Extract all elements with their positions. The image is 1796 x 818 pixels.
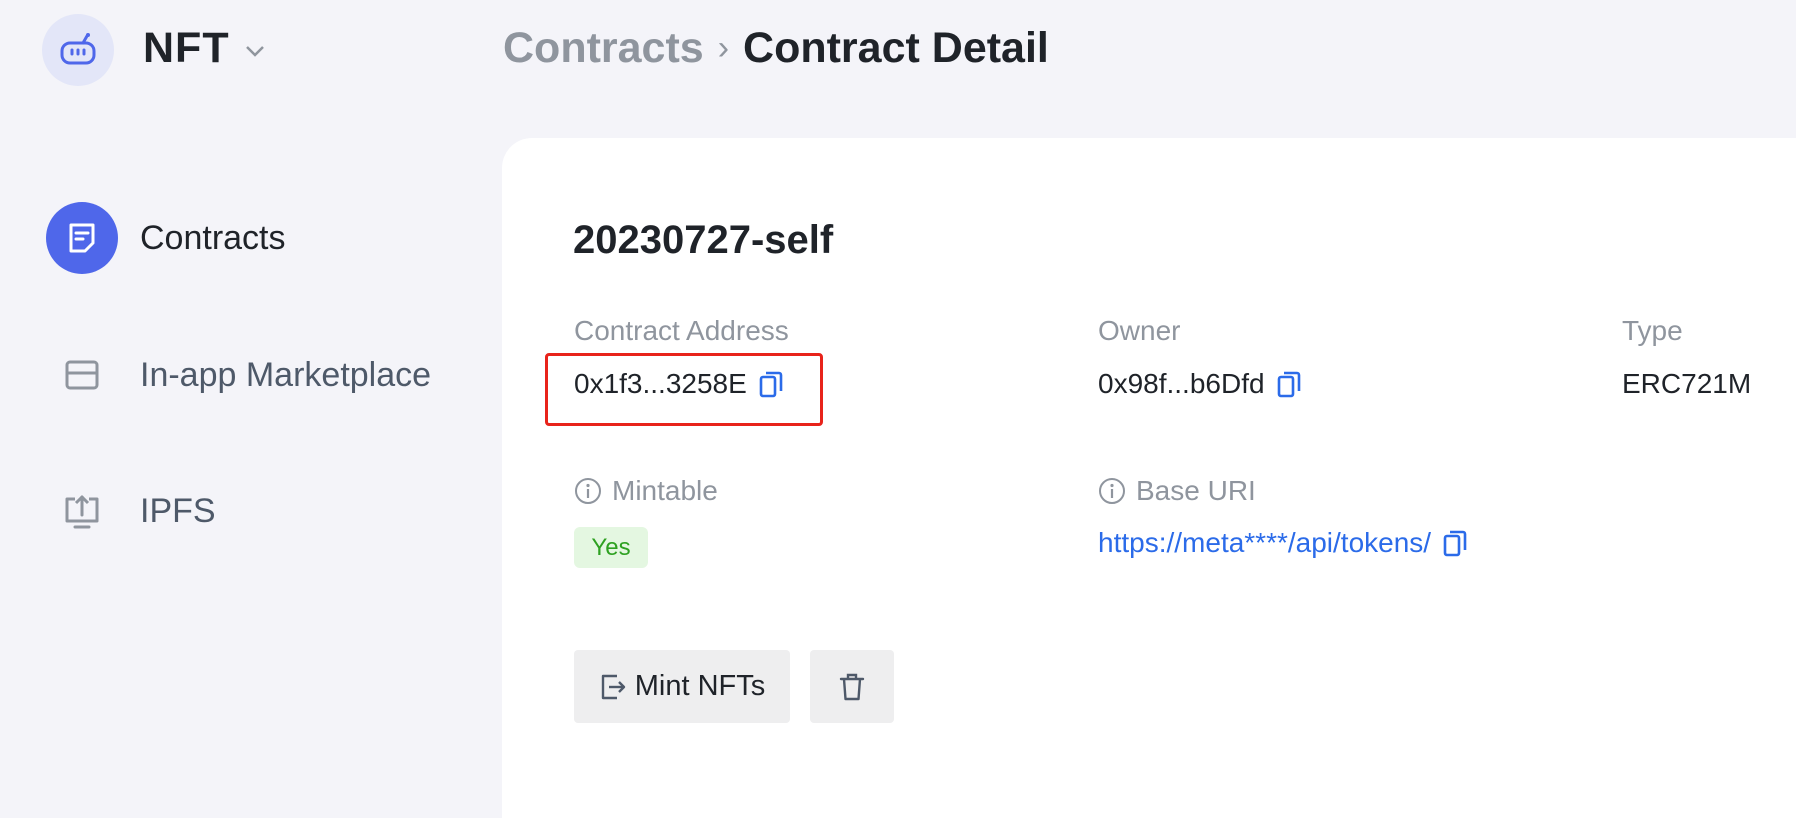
breadcrumb-contracts-link[interactable]: Contracts	[503, 24, 704, 73]
sidebar-item-in-app-marketplace[interactable]: In-app Marketplace	[46, 339, 431, 411]
trash-icon	[839, 673, 865, 700]
breadcrumb-separator: ›	[717, 29, 730, 67]
mintable-status-badge: Yes	[574, 527, 648, 568]
sidebar-item-contracts[interactable]: Contracts	[46, 202, 286, 274]
page-title: Contract Detail	[743, 24, 1049, 72]
app-name[interactable]: NFT	[143, 24, 230, 73]
chevron-down-icon[interactable]	[244, 40, 266, 62]
copy-icon[interactable]	[1441, 528, 1469, 558]
info-icon[interactable]	[574, 477, 602, 505]
delete-button[interactable]	[810, 650, 894, 723]
owner-label: Owner	[1098, 315, 1181, 346]
contract-address-value: 0x1f3...3258E	[574, 368, 785, 400]
base-uri-value: https://meta****/api/tokens/	[1098, 527, 1469, 559]
base-uri-link[interactable]: https://meta****/api/tokens/	[1098, 527, 1431, 559]
mintable-label: Mintable	[574, 475, 718, 507]
type-value: ERC721M	[1622, 368, 1752, 399]
sidebar-item-label: Contracts	[140, 218, 286, 257]
document-icon	[46, 202, 118, 274]
mint-icon	[601, 674, 625, 699]
contract-address-label: Contract Address	[574, 315, 789, 346]
sidebar-item-label: In-app Marketplace	[140, 355, 432, 394]
sidebar-item-label: IPFS	[140, 491, 216, 530]
base-uri-label: Base URI	[1098, 475, 1256, 507]
app-logo[interactable]	[42, 14, 114, 86]
store-icon	[46, 339, 118, 411]
copy-icon[interactable]	[1275, 369, 1303, 399]
mint-nfts-label: Mint NFTs	[634, 670, 766, 702]
type-label: Type	[1622, 315, 1683, 346]
breadcrumb: Contracts › Contract Detail	[503, 24, 1049, 73]
robot-icon	[60, 33, 96, 65]
mint-nfts-button[interactable]: Mint NFTs	[574, 650, 790, 723]
contract-name: 20230727-self	[573, 218, 834, 262]
sidebar-item-ipfs[interactable]: IPFS	[46, 475, 216, 547]
upload-icon	[46, 475, 118, 547]
info-icon[interactable]	[1098, 477, 1126, 505]
owner-value: 0x98f...b6Dfd	[1098, 368, 1303, 400]
copy-icon[interactable]	[757, 369, 785, 399]
